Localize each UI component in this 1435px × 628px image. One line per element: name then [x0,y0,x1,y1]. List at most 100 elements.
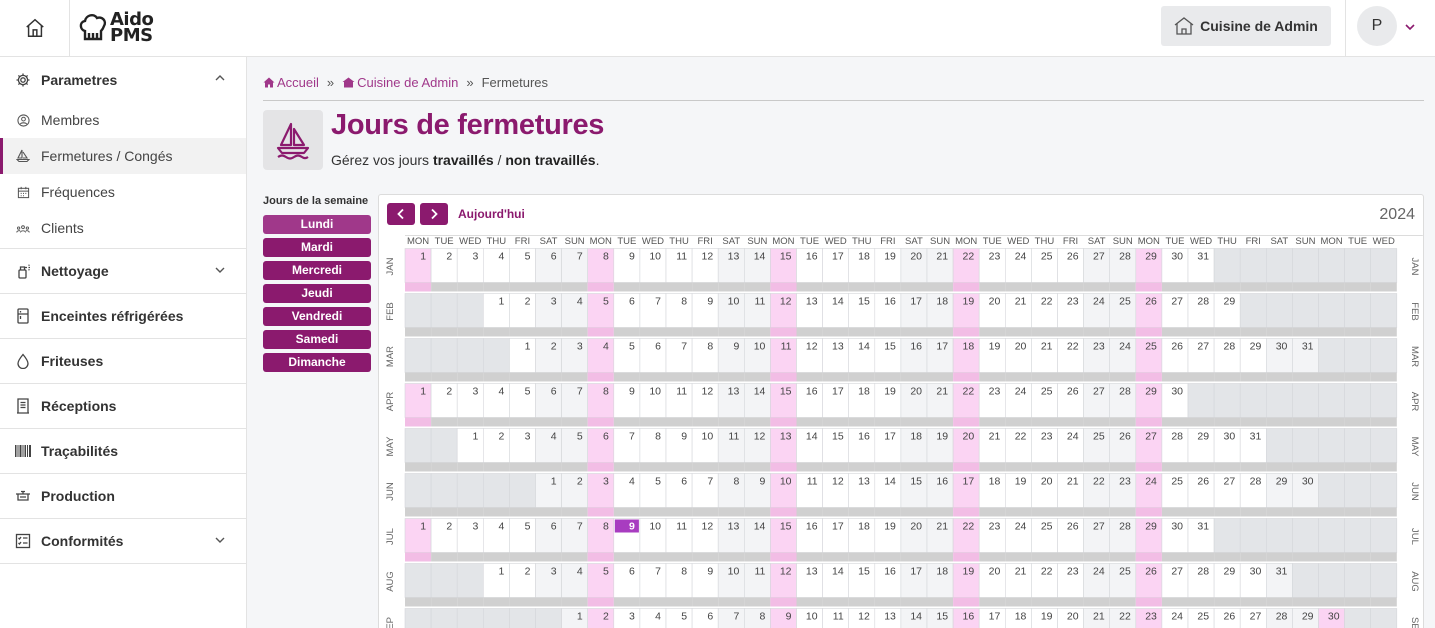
weekday-button-samedi[interactable]: Samedi [263,330,371,349]
day-cell [1344,428,1371,463]
day-cell [1318,383,1345,418]
weekday-button-dimanche[interactable]: Dimanche [263,353,371,372]
weekday-button-lundi[interactable]: Lundi [263,215,371,234]
drop-icon [14,353,32,369]
today-button[interactable]: Aujourd'hui [458,207,525,221]
day-cell-strip [405,417,432,427]
day-cell-strip [874,327,901,337]
day-cell-strip [744,282,771,292]
day-cell [587,518,615,553]
weekday-header: WED [459,236,481,247]
day-cell-strip [1318,282,1345,292]
user-menu[interactable]: P [1345,0,1435,56]
day-number: 25 [1119,566,1131,578]
sidebar-section-tracabilites[interactable]: Traçabilités [0,429,246,474]
sidebar-section-production[interactable]: Production [0,474,246,519]
day-number: 7 [577,386,583,398]
day-cell-strip [509,327,536,337]
weekday-button-mercredi[interactable]: Mercredi [263,261,371,280]
weekday-header: SUN [1295,236,1315,247]
weekday-button-mardi[interactable]: Mardi [263,238,371,257]
day-number: 10 [780,476,792,488]
day-cell [404,338,432,373]
day-cell-strip [744,552,771,562]
day-cell-strip [666,327,693,337]
day-cell-strip [953,552,980,562]
sidebar-section-enceintes[interactable]: Enceintes réfrigérées [0,294,246,339]
weekday-button-vendredi[interactable]: Vendredi [263,307,371,326]
gear-icon [14,72,32,88]
weekday-header: MON [1320,236,1342,247]
day-cell-strip [953,462,980,472]
day-number: 1 [420,521,426,533]
year-calendar: MON TUE WED THU FRI SAT SUN MON TUE WED THU FRI SAT S… [378,194,1424,628]
app-logo[interactable]: Aido PMS [78,9,154,46]
prev-year-button[interactable] [387,203,415,225]
day-cell-strip [1214,327,1241,337]
weekday-header: TUE [1165,236,1184,247]
day-cell-strip [405,462,432,472]
day-cell-strip [431,507,458,517]
avatar[interactable]: P [1357,6,1397,46]
day-number: 23 [1067,566,1079,578]
day-number: 10 [649,386,661,398]
sidebar-section-friteuses[interactable]: Friteuses [0,339,246,384]
day-number: 23 [989,521,1001,533]
sidebar-section-parametres[interactable]: Parametres [0,57,246,102]
day-cell-strip [587,372,614,382]
day-number: 25 [1197,611,1209,623]
day-cell [535,608,562,628]
sidebar-item-frequences[interactable]: Fréquences [0,174,246,210]
chevron-left-icon [397,208,404,220]
day-number: 16 [884,296,896,308]
day-cell [561,383,589,418]
sidebar-section-nettoyage[interactable]: Nettoyage [0,249,246,294]
day-cell-strip [1031,372,1058,382]
day-number: 21 [1015,566,1027,578]
weekday-button-jeudi[interactable]: Jeudi [263,284,371,303]
home-button[interactable] [0,0,70,56]
fridge-icon [14,308,32,324]
sidebar-item-fermetures-conges[interactable]: Fermetures / Congés [0,138,246,174]
logo-text: Aido PMS [110,9,154,46]
day-number: 27 [1171,566,1183,578]
day-number: 4 [629,476,635,488]
sidebar-item-membres[interactable]: Membres [0,102,246,138]
day-cell-strip [1109,462,1136,472]
sidebar-section-conformites[interactable]: Conformités [0,519,246,564]
day-number: 7 [577,521,583,533]
day-cell-strip [718,462,745,472]
day-number: 16 [806,521,818,533]
chevron-down-icon[interactable] [214,264,226,276]
day-number: 3 [577,341,583,353]
day-number: 9 [681,431,687,443]
day-cell [509,563,536,598]
sidebar-item-clients[interactable]: Clients [0,210,246,246]
chevron-down-icon[interactable] [214,534,226,546]
page-subtitle: Gérez vos jours travaillés / non travail… [331,152,600,168]
day-number: 30 [1171,521,1183,533]
main-content: Accueil » Cuisine de Admin » Fermetures … [247,57,1435,628]
day-cell-strip [1031,507,1058,517]
next-year-button[interactable] [420,203,448,225]
day-cell [1292,563,1319,598]
sidebar-section-receptions[interactable]: Réceptions [0,384,246,429]
day-number: 24 [1015,521,1027,533]
day-number: 4 [551,431,557,443]
day-cell [535,473,562,508]
chevron-up-icon[interactable] [214,72,226,84]
day-cell [509,428,536,463]
day-number: 4 [499,386,505,398]
day-number: 1 [499,296,505,308]
day-number: 9 [707,566,713,578]
breadcrumb-site-link[interactable]: Cuisine de Admin [342,75,458,90]
site-selector-button[interactable]: Cuisine de Admin [1161,6,1331,46]
breadcrumb-home-link[interactable]: Accueil [263,75,319,90]
weekday-header: FRI [1063,236,1078,247]
day-cell-strip [692,372,719,382]
day-cell-strip [561,327,588,337]
day-number: 27 [1093,521,1105,533]
weekday-header: THU [852,236,872,247]
month-label-right: APR [1409,392,1420,412]
chevron-down-icon[interactable] [1404,17,1416,37]
